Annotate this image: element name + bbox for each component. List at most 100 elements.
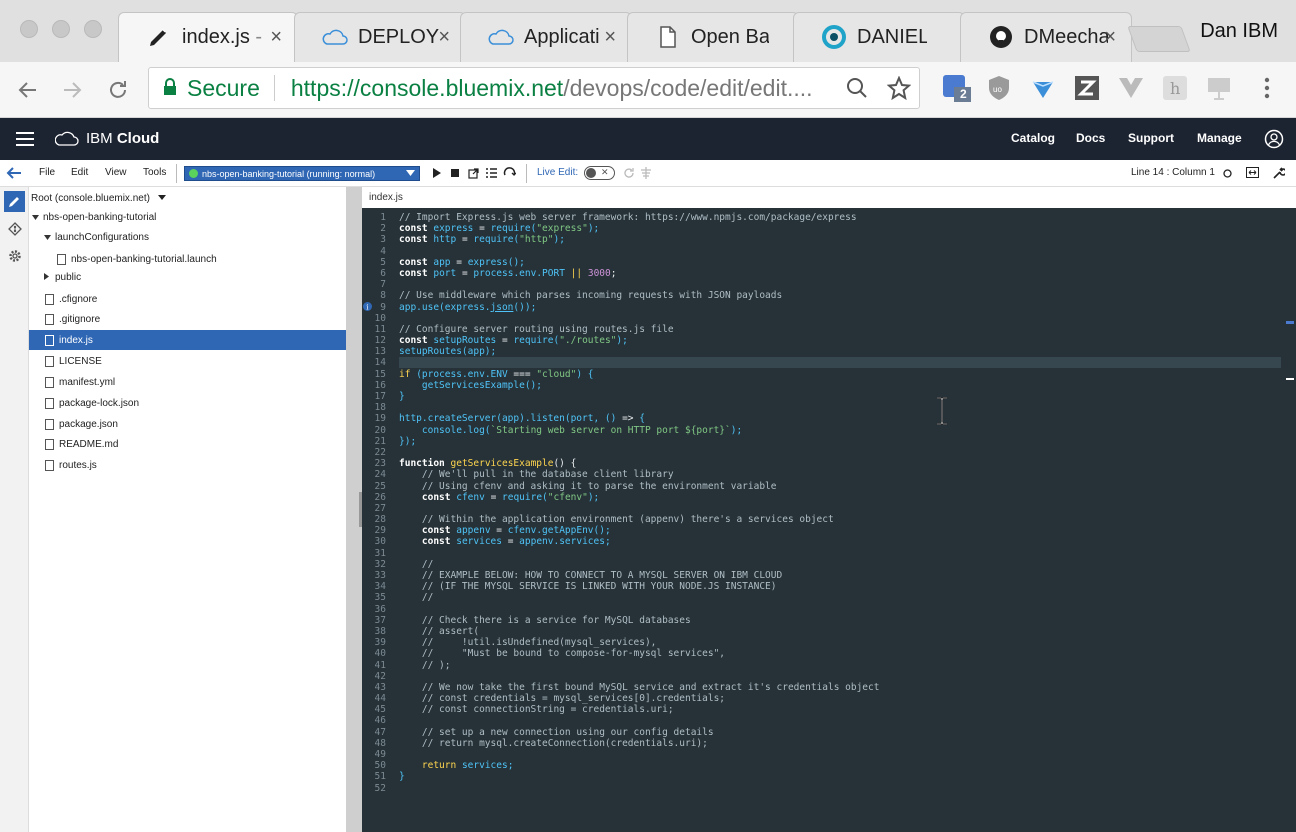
nav-support[interactable]: Support <box>1128 131 1174 145</box>
debug-icon[interactable] <box>641 167 651 182</box>
new-tab-button[interactable] <box>1127 26 1191 52</box>
tab-close-icon[interactable]: × <box>438 26 450 49</box>
tree-item-project[interactable]: nbs-open-banking-tutorial <box>29 207 346 227</box>
menu-tools[interactable]: Tools <box>143 167 166 178</box>
browser-menu-icon[interactable] <box>1252 73 1282 103</box>
menu-edit[interactable]: Edit <box>71 167 88 178</box>
tab-close-icon[interactable]: × <box>604 26 616 49</box>
expanded-caret-icon <box>44 232 51 243</box>
line-number: 47 <box>374 726 386 738</box>
tab-index-js[interactable]: index.js - × <box>118 12 298 62</box>
menu-file[interactable]: File <box>39 167 55 178</box>
ibm-cloud-header: IBM Cloud Catalog Docs Support Manage <box>0 118 1296 160</box>
back-arrow-icon[interactable] <box>6 166 22 183</box>
file-icon <box>45 438 54 450</box>
line-number: 37 <box>374 614 386 626</box>
tree-item-cfignore[interactable]: .cfignore <box>29 289 346 309</box>
zoom-search-icon[interactable] <box>845 76 869 106</box>
tree-item-label: package.json <box>59 418 118 430</box>
line-number: 48 <box>374 737 386 749</box>
log-list-icon[interactable] <box>486 168 497 181</box>
tree-item-package-json[interactable]: package.json <box>29 414 346 434</box>
line-number: 26 <box>374 491 386 503</box>
code-content[interactable]: // Import Express.js web server framewor… <box>399 212 879 794</box>
tree-item-readme[interactable]: README.md <box>29 434 346 454</box>
tree-item-public-folder[interactable]: public <box>29 267 346 287</box>
account-avatar-icon[interactable] <box>1264 129 1284 154</box>
line-number: 3 <box>380 234 386 246</box>
bookmark-star-icon[interactable] <box>886 75 912 106</box>
zoom-window-button[interactable] <box>84 20 102 38</box>
profile-name[interactable]: Dan IBM <box>1200 20 1278 43</box>
reload-icon[interactable] <box>102 74 134 106</box>
play-icon[interactable] <box>432 168 441 181</box>
open-external-icon[interactable] <box>468 168 479 182</box>
project-launch-select[interactable]: nbs-open-banking-tutorial (running: norm… <box>184 166 420 181</box>
chevron-down-icon[interactable] <box>157 193 166 204</box>
git-icon[interactable] <box>4 218 25 239</box>
tree-item-routes[interactable]: routes.js <box>29 455 346 475</box>
vue-devtools-icon[interactable] <box>1116 73 1146 103</box>
editor-filename: index.js <box>369 192 403 203</box>
file-icon <box>45 334 54 346</box>
tree-item-package-lock[interactable]: package-lock.json <box>29 393 346 413</box>
brand-name[interactable]: IBM Cloud <box>86 130 159 147</box>
tree-item-label: .gitignore <box>59 313 101 325</box>
close-window-button[interactable] <box>20 20 38 38</box>
line-number: 13 <box>374 346 386 358</box>
tab-open-banking[interactable]: Open Ba <box>627 12 799 62</box>
tab-close-icon[interactable]: × <box>270 26 282 49</box>
edit-pencil-icon[interactable] <box>4 191 25 212</box>
pane-splitter[interactable] <box>346 187 362 832</box>
status-circle-icon[interactable] <box>1223 169 1232 181</box>
extension-badge-icon[interactable]: 2 <box>942 73 972 103</box>
menu-view[interactable]: View <box>105 167 127 178</box>
tab-daniel[interactable]: DANIEL M <box>793 12 965 62</box>
sync-icon[interactable] <box>623 167 635 182</box>
tree-item-license[interactable]: LICENSE <box>29 351 346 371</box>
tree-item-label: public <box>55 271 82 283</box>
line-number: 49 <box>374 749 386 760</box>
maximize-editor-icon[interactable] <box>1246 167 1259 181</box>
h-extension-icon[interactable]: h <box>1160 73 1190 103</box>
tab-application[interactable]: Applicati × <box>460 12 632 62</box>
address-toolbar: Secure https://console.bluemix.net/devop… <box>0 62 1296 118</box>
line-number: 27 <box>374 502 386 514</box>
address-bar[interactable]: Secure https://console.bluemix.net/devop… <box>148 67 920 109</box>
file-icon <box>45 313 54 325</box>
nav-docs[interactable]: Docs <box>1076 131 1105 145</box>
back-icon[interactable] <box>12 74 44 106</box>
wrench-icon[interactable] <box>1273 166 1287 182</box>
settings-gear-icon[interactable] <box>4 245 25 266</box>
tree-root[interactable]: Root (console.bluemix.net) <box>29 188 346 208</box>
diamond-extension-icon[interactable] <box>1028 73 1058 103</box>
tree-item-gitignore[interactable]: .gitignore <box>29 309 346 329</box>
minimize-window-button[interactable] <box>52 20 70 38</box>
github-icon <box>988 24 1014 50</box>
url-text[interactable]: https://console.bluemix.net/devops/code/… <box>291 75 813 102</box>
forward-icon[interactable] <box>56 74 88 106</box>
line-number: 39 <box>374 637 386 649</box>
stop-icon[interactable] <box>451 169 459 180</box>
hamburger-menu-icon[interactable] <box>16 132 34 151</box>
zotero-icon[interactable] <box>1072 73 1102 103</box>
editor-file-tab[interactable]: index.js <box>362 187 1296 208</box>
tree-item-manifest[interactable]: manifest.yml <box>29 372 346 392</box>
tab-deploy[interactable]: DEPLOY × <box>294 12 466 62</box>
nav-manage[interactable]: Manage <box>1197 131 1242 145</box>
tab-title: DANIEL M <box>857 25 927 48</box>
code-editor[interactable]: i 1 2 3 4 5 6 7 8 9 10 11 12 13 14 15 16 17 18 19 20 21 22 23 2… <box>362 208 1296 832</box>
chevron-down-icon <box>406 169 415 179</box>
tab-close-icon[interactable]: × <box>1104 26 1116 49</box>
tab-github[interactable]: DMeecha × <box>960 12 1132 62</box>
tree-item-launch-folder[interactable]: launchConfigurations <box>29 227 346 247</box>
presentation-icon[interactable] <box>1204 73 1234 103</box>
refresh-run-icon[interactable] <box>503 167 517 182</box>
live-edit-toggle[interactable]: ✕ <box>584 166 615 180</box>
ublock-icon[interactable]: uo <box>984 73 1014 103</box>
tree-item-label: manifest.yml <box>59 376 116 388</box>
tree-item-index-js[interactable]: index.js <box>29 330 346 350</box>
line-number: 31 <box>374 547 386 559</box>
tree-item-launch-file[interactable]: nbs-open-banking-tutorial.launch <box>29 249 346 269</box>
nav-catalog[interactable]: Catalog <box>1011 131 1055 145</box>
